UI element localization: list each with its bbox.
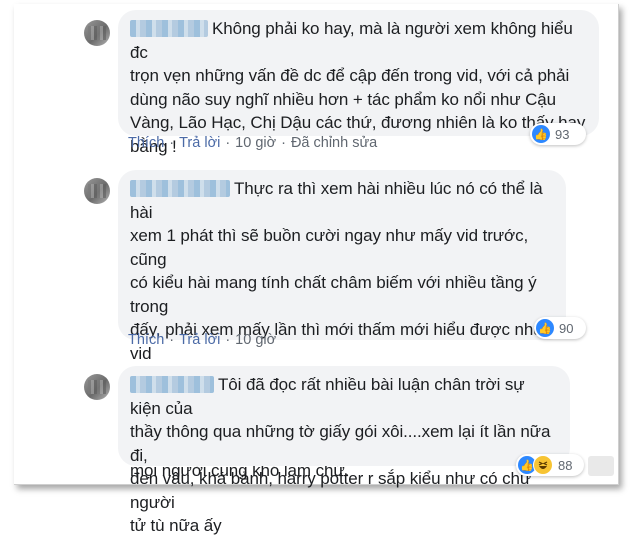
reply-link[interactable]: Trả lời [179, 332, 220, 348]
comment-text: Tôi đã đọc rất nhiều bài luận chân trời … [130, 373, 558, 538]
reaction-summary[interactable]: 👍 88 [516, 454, 584, 476]
comments-screenshot-frame: Không phải ko hay, mà là người xem không… [14, 4, 619, 535]
avatar[interactable] [84, 20, 110, 46]
commenter-name-blurred[interactable] [130, 376, 214, 393]
comment-text-rest: thầy thông qua những tờ giấy gói xôi....… [130, 422, 551, 535]
reaction-count: 88 [558, 457, 573, 473]
reply-link[interactable]: Trả lời [179, 135, 220, 151]
comment-bubble: Tôi đã đọc rất nhiều bài luận chân trời … [118, 366, 570, 535]
commenter-name-blurred[interactable] [130, 180, 230, 197]
reaction-summary[interactable]: 👍 90 [534, 317, 586, 339]
timestamp[interactable]: 10 giờ [235, 332, 276, 348]
comment-actions: Thích · Trả lời · 10 giờ [128, 332, 277, 348]
commenter-name-blurred[interactable] [130, 20, 208, 37]
comment-actions: Thích · Trả lời · 10 giờ · Đã chỉnh sửa [128, 135, 378, 151]
watermark-patch [588, 456, 614, 476]
like-icon: 👍 [532, 125, 550, 143]
reaction-count: 90 [559, 320, 574, 336]
edited-label[interactable]: Đã chỉnh sửa [291, 135, 377, 151]
avatar[interactable] [84, 178, 110, 204]
haha-icon [533, 455, 553, 475]
reaction-count: 93 [555, 126, 570, 142]
like-icon: 👍 [536, 319, 554, 337]
comment-bubble: Không phải ko hay, mà là người xem không… [118, 10, 599, 156]
like-link[interactable]: Thích [128, 135, 164, 151]
comment-bubble: Thực ra thì xem hài nhiều lúc nó có thể … [118, 170, 566, 480]
avatar[interactable] [84, 374, 110, 400]
reaction-summary[interactable]: 👍 93 [530, 123, 586, 145]
timestamp[interactable]: 10 giờ [235, 135, 276, 151]
like-link[interactable]: Thích [128, 332, 164, 348]
